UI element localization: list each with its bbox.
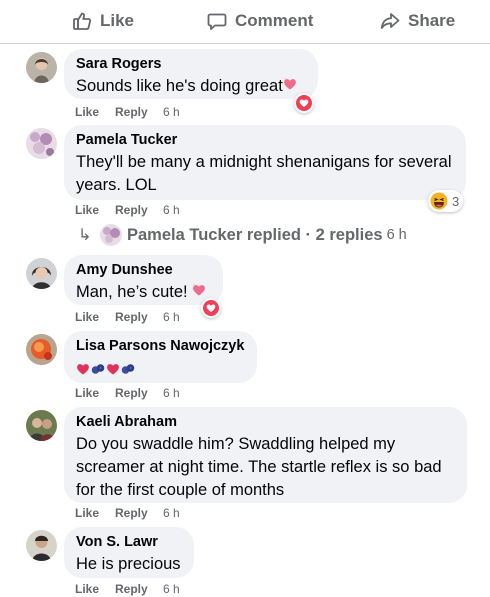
sparkling-heart-emoji-icon xyxy=(283,75,297,98)
comment-bubble: Sara Rogers Sounds like he's doing great xyxy=(64,49,318,99)
comment-author[interactable]: Von S. Lawr xyxy=(76,534,182,551)
view-replies-link[interactable]: ↳ Pamela Tucker replied · 2 replies 6 h xyxy=(78,224,407,246)
comment-author[interactable]: Amy Dunshee xyxy=(76,262,211,279)
comment-meta: Like Reply 6 h xyxy=(75,385,180,401)
comment-timestamp[interactable]: 6 h xyxy=(163,506,180,520)
comment-like-link[interactable]: Like xyxy=(75,506,115,520)
comment-reply-link[interactable]: Reply xyxy=(115,582,163,596)
comment-bubble: Pamela Tucker They'll be many a midnight… xyxy=(64,125,466,200)
heart-reaction-icon xyxy=(296,95,312,111)
heart-reaction-icon xyxy=(203,300,219,316)
comment-like-link[interactable]: Like xyxy=(75,203,115,217)
avatar[interactable] xyxy=(26,530,57,561)
like-button-label: Like xyxy=(100,11,135,30)
share-button[interactable]: Share xyxy=(380,8,455,34)
comment-button[interactable]: Comment xyxy=(207,8,313,34)
comment-meta: Like Reply 6 h xyxy=(75,505,180,521)
comment-author[interactable]: Kaeli Abraham xyxy=(76,414,455,431)
haha-reaction-icon xyxy=(430,192,448,210)
comment-timestamp[interactable]: 6 h xyxy=(163,203,180,217)
blueberries-emoji-icon xyxy=(121,363,135,374)
comment-reply-link[interactable]: Reply xyxy=(115,310,163,324)
replies-summary-text: Pamela Tucker replied · 2 replies xyxy=(127,225,383,244)
avatar[interactable] xyxy=(26,410,57,441)
comment-timestamp[interactable]: 6 h xyxy=(163,310,180,324)
comment-text: Man, he’s cute! xyxy=(76,283,188,301)
comment-reply-link[interactable]: Reply xyxy=(115,203,163,217)
comment-like-link[interactable]: Like xyxy=(75,386,115,400)
speech-bubble-icon xyxy=(207,13,227,30)
comment-meta: Like Reply 6 h xyxy=(75,104,180,120)
avatar[interactable] xyxy=(26,52,57,83)
comment-timestamp[interactable]: 6 h xyxy=(163,582,180,596)
comment-text-wrap: Man, he’s cute! xyxy=(76,281,211,304)
sparkling-heart-emoji-icon xyxy=(77,363,89,374)
avatar[interactable] xyxy=(26,128,57,159)
comment-text: He is precious xyxy=(76,555,181,573)
comment-bubble: Von S. Lawr He is precious xyxy=(64,527,194,578)
share-arrow-icon xyxy=(380,13,400,29)
avatar[interactable] xyxy=(26,258,57,289)
comment-bubble: Amy Dunshee Man, he’s cute! xyxy=(64,255,223,305)
comment-button-label: Comment xyxy=(235,11,314,30)
like-button[interactable]: Like xyxy=(72,8,134,34)
post-action-bar: Like Comment Share xyxy=(0,0,490,44)
replies-timestamp: 6 h xyxy=(386,227,407,243)
comment-like-link[interactable]: Like xyxy=(75,310,115,324)
comment-reply-link[interactable]: Reply xyxy=(115,105,163,119)
thumbs-up-icon xyxy=(73,12,92,30)
comment-bubble: Kaeli Abraham Do you swaddle him? Swaddl… xyxy=(64,407,467,503)
comment-text: They'll be many a midnight shenanigans f… xyxy=(76,153,452,194)
comment-text: Sounds like he's doing great xyxy=(76,77,283,95)
comment-author[interactable]: Pamela Tucker xyxy=(76,132,454,149)
reaction-badge[interactable]: 3 xyxy=(428,190,464,212)
comment-reply-link[interactable]: Reply xyxy=(115,506,163,520)
comment-like-link[interactable]: Like xyxy=(75,105,115,119)
comment-author[interactable]: Lisa Parsons Nawojczyk xyxy=(76,338,245,355)
blueberries-emoji-icon xyxy=(91,363,105,374)
comment-like-link[interactable]: Like xyxy=(75,582,115,596)
comment-author[interactable]: Sara Rogers xyxy=(76,56,306,73)
sparkling-heart-emoji-icon xyxy=(107,363,119,374)
avatar[interactable] xyxy=(26,334,57,365)
share-button-label: Share xyxy=(408,11,456,30)
reaction-badge[interactable] xyxy=(294,93,314,113)
avatar xyxy=(100,224,122,246)
comment-emoji-row xyxy=(76,357,245,380)
comment-meta: Like Reply 6 h xyxy=(75,202,180,218)
comment-timestamp[interactable]: 6 h xyxy=(163,105,180,119)
reply-arrow-icon: ↳ xyxy=(78,227,92,244)
comment-text-wrap: Sounds like he's doing great xyxy=(76,75,306,98)
reaction-badge[interactable] xyxy=(201,298,221,318)
reaction-count: 3 xyxy=(452,193,460,209)
comment-bubble: Lisa Parsons Nawojczyk xyxy=(64,331,257,383)
comment-text: Do you swaddle him? Swaddling helped my … xyxy=(76,435,442,499)
comment-meta: Like Reply 6 h xyxy=(75,309,180,325)
comment-meta: Like Reply 6 h xyxy=(75,581,180,597)
comment-timestamp[interactable]: 6 h xyxy=(163,386,180,400)
comment-reply-link[interactable]: Reply xyxy=(115,386,163,400)
